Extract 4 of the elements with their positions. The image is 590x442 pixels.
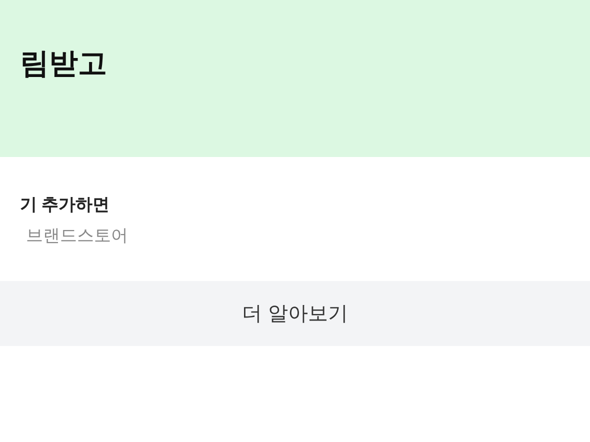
banner-title: 림받고 xyxy=(20,47,107,82)
learn-more-button[interactable]: 더 알아보기 xyxy=(0,281,590,346)
info-subtext: 브랜드스토어 xyxy=(25,225,129,247)
info-headline: 기 추가하면 xyxy=(20,194,111,216)
